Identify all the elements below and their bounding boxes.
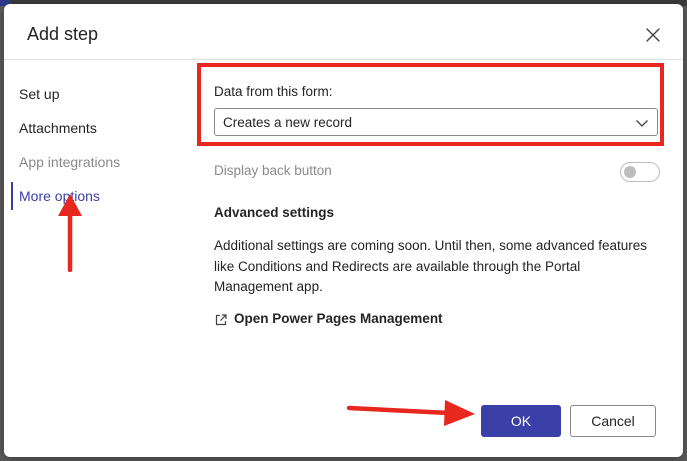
chevron-down-icon xyxy=(636,120,648,127)
dialog-title: Add step xyxy=(27,24,99,44)
advanced-settings-heading: Advanced settings xyxy=(214,205,335,220)
close-icon xyxy=(646,28,660,42)
add-step-dialog: Add step Set up Attachments App integrat… xyxy=(4,4,683,457)
header-divider xyxy=(4,59,683,60)
close-button[interactable] xyxy=(640,22,666,48)
display-back-button-toggle[interactable] xyxy=(620,162,660,182)
ok-button[interactable]: OK xyxy=(481,405,561,437)
open-power-pages-management-label: Open Power Pages Management xyxy=(234,311,443,326)
nav-item-more-options[interactable]: More options xyxy=(19,182,100,210)
data-source-value: Creates a new record xyxy=(223,115,353,130)
nav-selected-indicator xyxy=(11,182,13,210)
nav-item-app-integrations: App integrations xyxy=(19,154,121,170)
data-source-label: Data from this form: xyxy=(214,84,333,99)
toggle-knob xyxy=(624,166,636,178)
data-source-dropdown[interactable]: Creates a new record xyxy=(214,108,658,136)
nav-item-attachments[interactable]: Attachments xyxy=(19,114,97,142)
cancel-button[interactable]: Cancel xyxy=(570,405,656,437)
nav-item-set-up[interactable]: Set up xyxy=(19,80,59,108)
advanced-settings-description: Additional settings are coming soon. Unt… xyxy=(214,238,648,294)
display-back-button-label: Display back button xyxy=(214,163,332,178)
open-external-icon xyxy=(215,314,227,326)
